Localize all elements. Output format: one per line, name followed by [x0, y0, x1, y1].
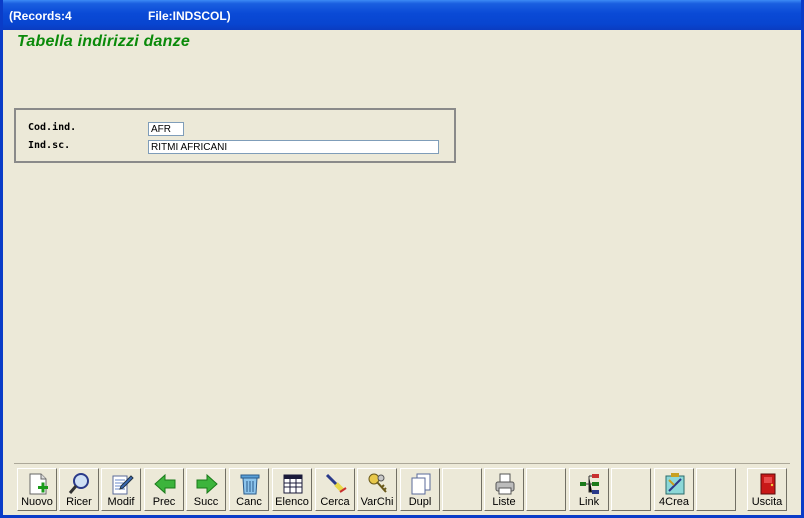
- trash-icon: [240, 474, 260, 495]
- cod-ind-label: Cod.ind.: [28, 122, 77, 133]
- empty-button-3[interactable]: [611, 468, 651, 511]
- nuovo-label: Nuovo: [21, 496, 53, 508]
- uscita-button[interactable]: Uscita: [747, 468, 787, 511]
- canc-button[interactable]: Canc: [229, 468, 269, 511]
- printer-icon: [495, 473, 515, 495]
- new-record-icon: [29, 473, 48, 495]
- succ-button[interactable]: Succ: [186, 468, 226, 511]
- empty-button-1[interactable]: [442, 468, 482, 511]
- dupl-button[interactable]: Dupl: [400, 468, 440, 511]
- modif-button[interactable]: Modif: [101, 468, 141, 511]
- canc-label: Canc: [236, 496, 262, 508]
- cerca-label: Cerca: [320, 496, 350, 508]
- succ-label: Succ: [193, 496, 219, 508]
- find-icon: [325, 473, 347, 493]
- file-name: File:INDSCOL): [148, 9, 231, 23]
- link-button[interactable]: Link: [569, 468, 609, 511]
- tree-link-icon: [580, 474, 599, 494]
- empty-button-2[interactable]: [526, 468, 566, 511]
- nuovo-button[interactable]: Nuovo: [17, 468, 57, 511]
- arrow-right-icon: [196, 473, 218, 495]
- title-bar[interactable]: (Records:4 File:INDSCOL): [3, 0, 801, 30]
- exit-door-icon: [760, 473, 776, 495]
- crea-button[interactable]: 4Crea: [654, 468, 694, 511]
- edit-icon: [112, 475, 134, 495]
- elenco-label: Elenco: [275, 496, 309, 508]
- prec-button[interactable]: Prec: [144, 468, 184, 511]
- duplicate-icon: [411, 473, 431, 495]
- ricer-button[interactable]: Ricer: [59, 468, 99, 511]
- elenco-button[interactable]: Elenco: [272, 468, 312, 511]
- search-icon: [68, 473, 89, 494]
- liste-label: Liste: [492, 496, 516, 508]
- uscita-label: Uscita: [751, 496, 783, 508]
- ricer-label: Ricer: [66, 496, 92, 508]
- ind-sc-field[interactable]: RITMI AFRICANI: [148, 140, 439, 154]
- arrow-left-icon: [154, 473, 176, 495]
- command-toolbar: Nuovo Ricer Modif Prec Succ Canc Elenco …: [14, 463, 790, 513]
- crea-label: 4Crea: [659, 496, 689, 508]
- link-label: Link: [578, 496, 600, 508]
- prec-label: Prec: [152, 496, 176, 508]
- dupl-label: Dupl: [408, 496, 432, 508]
- record-fields-group: Cod.ind. AFR Ind.sc. RITMI AFRICANI: [14, 108, 456, 163]
- empty-button-4[interactable]: [696, 468, 736, 511]
- liste-button[interactable]: Liste: [484, 468, 524, 511]
- cod-ind-field[interactable]: AFR: [148, 122, 184, 136]
- form-title: Tabella indirizzi danze: [17, 33, 190, 50]
- records-count: (Records:4: [9, 9, 72, 23]
- modif-label: Modif: [107, 496, 135, 508]
- build-icon: [665, 473, 685, 495]
- keys-icon: [368, 473, 387, 493]
- app-window: (Records:4 File:INDSCOL) Tabella indiriz…: [0, 0, 804, 518]
- cerca-button[interactable]: Cerca: [315, 468, 355, 511]
- ind-sc-label: Ind.sc.: [28, 140, 71, 151]
- table-icon: [283, 474, 303, 494]
- varchi-label: VarChi: [360, 496, 394, 508]
- varchi-button[interactable]: VarChi: [357, 468, 397, 511]
